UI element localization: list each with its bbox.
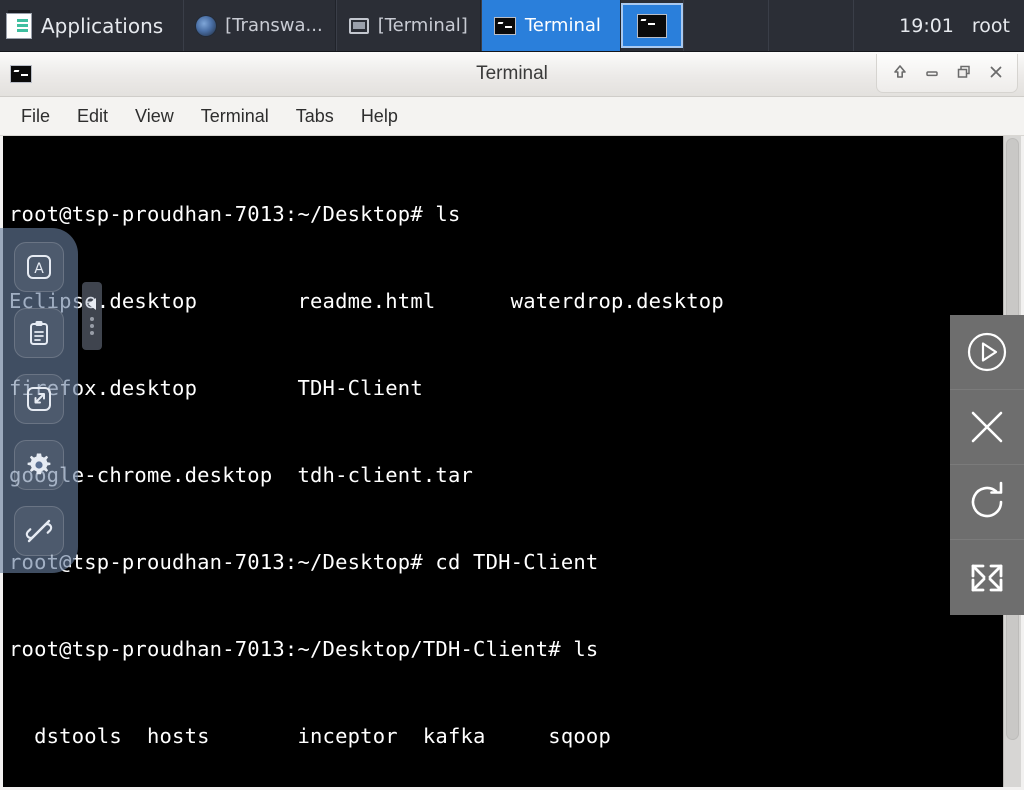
minimize-button[interactable] [917,58,947,86]
terminal-icon [493,16,516,35]
fullscreen-button[interactable] [950,540,1024,615]
terminal-line: firefox.desktop TDH-Client [9,376,423,400]
resize-icon[interactable] [14,374,64,424]
play-button[interactable] [950,315,1024,390]
play-circle-icon [967,332,1007,372]
taskbar-window-label: [Terminal] [377,15,468,36]
terminal-line: root@tsp-proudhan-7013:~/Desktop/TDH-Cli… [9,637,599,661]
window-titlebar[interactable]: Terminal [0,52,1024,97]
floating-toolbar: A [0,228,78,573]
gear-icon[interactable] [14,440,64,490]
clock[interactable]: 19:01 [899,15,954,37]
terminal-line: google-chrome.desktop tdh-client.tar [9,463,474,487]
terminal-line: root@tsp-proudhan-7013:~/Desktop# ls [9,202,461,226]
app-list-icon [6,9,32,39]
taskbar-window-label: [Transwa... [225,15,323,36]
reload-button[interactable] [950,465,1024,540]
shade-button[interactable] [885,58,915,86]
menu-edit[interactable]: Edit [66,102,119,131]
keyboard-input-icon[interactable]: A [14,242,64,292]
menu-view[interactable]: View [124,102,185,131]
session-control-strip [950,315,1024,615]
taskbar-window-terminal-1[interactable]: [Terminal] [335,0,481,51]
taskbar-slot-empty-1 [682,0,768,51]
taskbar-window-label: Terminal [524,15,601,36]
terminal-icon [636,13,667,38]
close-session-button[interactable] [950,390,1024,465]
close-icon [971,411,1003,443]
unlink-icon[interactable] [14,506,64,556]
maximize-button[interactable] [949,58,979,86]
applications-label: Applications [41,13,164,38]
refresh-icon [971,481,1003,518]
grip-dot [90,330,94,335]
circle-app-icon [196,15,217,36]
taskbar-slot-empty-2 [767,0,853,51]
svg-text:A: A [34,261,44,277]
terminal-icon [10,65,32,83]
taskbar-status-area: 19:01 root [899,0,1024,51]
applications-menu-button[interactable]: Applications [0,0,183,51]
expand-icon [971,564,1003,591]
chevron-left-icon [88,297,96,310]
terminal-window: Terminal File Edit View Terminal Tabs He… [0,52,1024,790]
terminal-body: root@tsp-proudhan-7013:~/Desktop# ls Ecl… [3,136,1021,787]
menu-terminal[interactable]: Terminal [190,102,280,131]
clipboard-icon[interactable] [14,308,64,358]
terminal-line: root@tsp-proudhan-7013:~/Desktop# cd TDH… [9,550,599,574]
terminal-line: dstools hosts inceptor kafka sqoop [9,724,612,748]
terminal-screen[interactable]: root@tsp-proudhan-7013:~/Desktop# ls Ecl… [3,136,1003,787]
user-label[interactable]: root [972,15,1010,37]
taskbar-window-transwarp[interactable]: [Transwa... [183,0,336,51]
page-title: Terminal [476,63,548,84]
taskbar: Applications [Transwa... [Terminal] Term… [0,0,1024,52]
taskbar-window-terminal-active[interactable]: Terminal [480,0,621,51]
close-button[interactable] [981,58,1011,86]
taskbar-filler [852,0,899,51]
taskbar-pinned-terminal-button[interactable] [620,3,683,48]
menu-file[interactable]: File [10,102,61,131]
toolbar-collapse-handle[interactable] [82,282,102,350]
window-controls [876,54,1018,93]
menu-tabs[interactable]: Tabs [285,102,345,131]
menu-help[interactable]: Help [350,102,409,131]
menubar: File Edit View Terminal Tabs Help [0,97,1024,136]
window-outline-icon [348,17,369,34]
grip-dot [90,323,94,328]
grip-dot [90,316,94,321]
terminal-line: Eclipse.desktop readme.html waterdrop.de… [9,289,724,313]
